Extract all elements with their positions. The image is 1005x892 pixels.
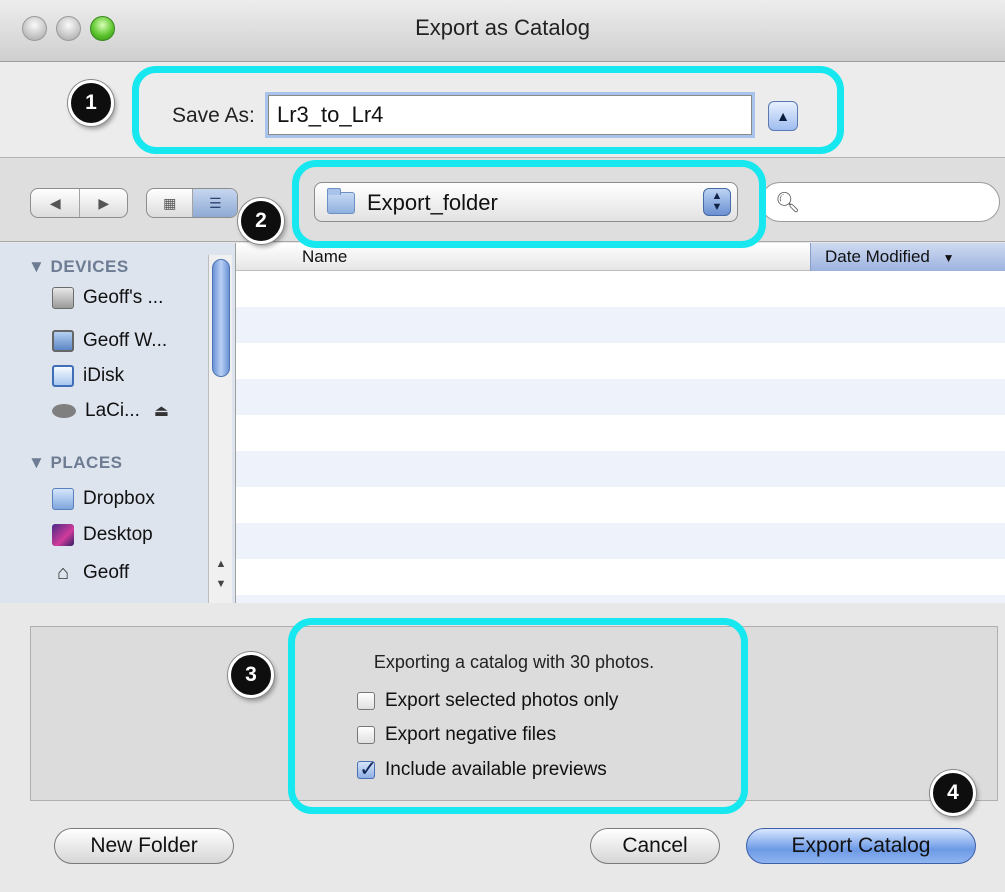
devices-header[interactable]: ▼ DEVICES bbox=[28, 257, 129, 277]
checkbox-label: Include available previews bbox=[385, 759, 607, 780]
browser-toolbar: ◀ ▶ ▦ ☰ Export_folder ▲ ▼ 🔍︎ bbox=[0, 158, 1005, 242]
search-field[interactable]: 🔍︎ bbox=[760, 182, 1000, 222]
save-as-field[interactable]: Lr3_to_Lr4 bbox=[268, 95, 752, 135]
idisk-icon bbox=[52, 365, 74, 387]
callout-badge-2: 2 bbox=[238, 198, 284, 244]
home-icon: ⌂ bbox=[56, 562, 70, 584]
popup-arrows-icon: ▲ ▼ bbox=[703, 188, 731, 216]
back-forward-control: ◀ ▶ bbox=[30, 188, 128, 218]
new-folder-button[interactable]: New Folder bbox=[54, 828, 234, 864]
scroll-down-icon[interactable]: ▼ bbox=[209, 575, 233, 593]
sidebar-item-label: Dropbox bbox=[83, 488, 155, 509]
sidebar-item-lacie[interactable]: LaCi... ⏏ bbox=[52, 395, 169, 427]
view-mode-control: ▦ ☰ bbox=[146, 188, 238, 218]
sidebar-item-computer[interactable]: Geoff W... bbox=[52, 325, 167, 357]
include-previews-checkbox[interactable] bbox=[357, 756, 377, 782]
sidebar-item-label: Geoff's ... bbox=[83, 287, 164, 308]
sidebar-item-dropbox[interactable]: Dropbox bbox=[52, 483, 155, 515]
sidebar-item-idisk[interactable]: iDisk bbox=[52, 360, 124, 392]
sidebar-item-home[interactable]: ⌂ Geoff bbox=[52, 557, 129, 589]
file-list: Name Date Modified ▼ bbox=[236, 243, 1005, 603]
export-options-panel: Exporting a catalog with 30 photos. Expo… bbox=[30, 626, 998, 801]
desktop-icon bbox=[52, 524, 74, 546]
export-negatives-option[interactable]: Export negative files bbox=[357, 723, 556, 747]
save-as-label: Save As: bbox=[172, 104, 255, 127]
checkbox-label: Export selected photos only bbox=[385, 690, 619, 711]
sidebar-item-hard-drive[interactable]: Geoff's ... bbox=[52, 282, 163, 314]
export-catalog-dialog: Export as Catalog Save As: Lr3_to_Lr4 ▲ … bbox=[0, 0, 1005, 892]
sidebar-item-desktop[interactable]: Desktop bbox=[52, 519, 153, 551]
list-view-button[interactable]: ☰ bbox=[192, 189, 237, 217]
sidebar-item-label: Geoff bbox=[83, 562, 130, 583]
sidebar-item-label: Desktop bbox=[83, 524, 153, 545]
sidebar-scrollbar[interactable]: ▲ ▼ bbox=[208, 255, 232, 603]
callout-badge-1: 1 bbox=[68, 80, 114, 126]
export-selected-only-option[interactable]: Export selected photos only bbox=[357, 689, 618, 713]
export-catalog-button[interactable]: Export Catalog bbox=[746, 828, 976, 864]
column-header-name[interactable]: Name bbox=[302, 247, 347, 267]
eject-icon[interactable]: ⏏ bbox=[154, 401, 169, 421]
sidebar-item-label: Geoff W... bbox=[83, 330, 168, 351]
search-icon: 🔍︎ bbox=[775, 192, 801, 214]
dropbox-folder-icon bbox=[52, 488, 74, 510]
folder-icon bbox=[327, 188, 355, 214]
checkbox-label: Export negative files bbox=[385, 724, 557, 745]
save-as-region: Save As: Lr3_to_Lr4 ▲ bbox=[0, 62, 1005, 158]
file-list-rows[interactable] bbox=[236, 271, 1005, 603]
scrollbar-thumb[interactable] bbox=[212, 259, 230, 377]
export-selected-only-checkbox[interactable] bbox=[357, 692, 375, 710]
callout-badge-4: 4 bbox=[930, 770, 976, 816]
back-button[interactable]: ◀ bbox=[31, 189, 79, 217]
collapse-dialog-button[interactable]: ▲ bbox=[768, 101, 798, 131]
include-previews-option[interactable]: Include available previews bbox=[357, 756, 607, 782]
window-title: Export as Catalog bbox=[415, 15, 590, 40]
sidebar-item-label: iDisk bbox=[83, 365, 125, 386]
sidebar-item-label: LaCi... bbox=[85, 400, 140, 421]
callout-badge-3: 3 bbox=[228, 652, 274, 698]
lacie-drive-icon bbox=[52, 404, 76, 418]
places-header[interactable]: ▼ PLACES bbox=[28, 453, 123, 473]
sidebar: ▼ DEVICES Geoff's ... Geoff W... iDisk L… bbox=[0, 243, 236, 603]
icon-view-button[interactable]: ▦ bbox=[147, 189, 192, 217]
export-summary: Exporting a catalog with 30 photos. bbox=[373, 652, 655, 672]
title-bar: Export as Catalog bbox=[0, 0, 1005, 62]
sort-arrow-icon: ▼ bbox=[942, 251, 955, 265]
location-popup[interactable]: Export_folder ▲ ▼ bbox=[314, 182, 738, 222]
column-header-label: Date Modified bbox=[825, 247, 930, 266]
file-list-header: Name Date Modified ▼ bbox=[236, 243, 1005, 271]
hard-drive-icon bbox=[52, 287, 74, 309]
monitor-icon bbox=[52, 330, 74, 352]
scroll-up-icon[interactable]: ▲ bbox=[209, 555, 233, 573]
cancel-button[interactable]: Cancel bbox=[590, 828, 720, 864]
column-header-date-modified[interactable]: Date Modified ▼ bbox=[810, 243, 1005, 271]
location-label: Export_folder bbox=[367, 190, 498, 215]
forward-button[interactable]: ▶ bbox=[79, 189, 127, 217]
export-negatives-checkbox[interactable] bbox=[357, 726, 375, 744]
